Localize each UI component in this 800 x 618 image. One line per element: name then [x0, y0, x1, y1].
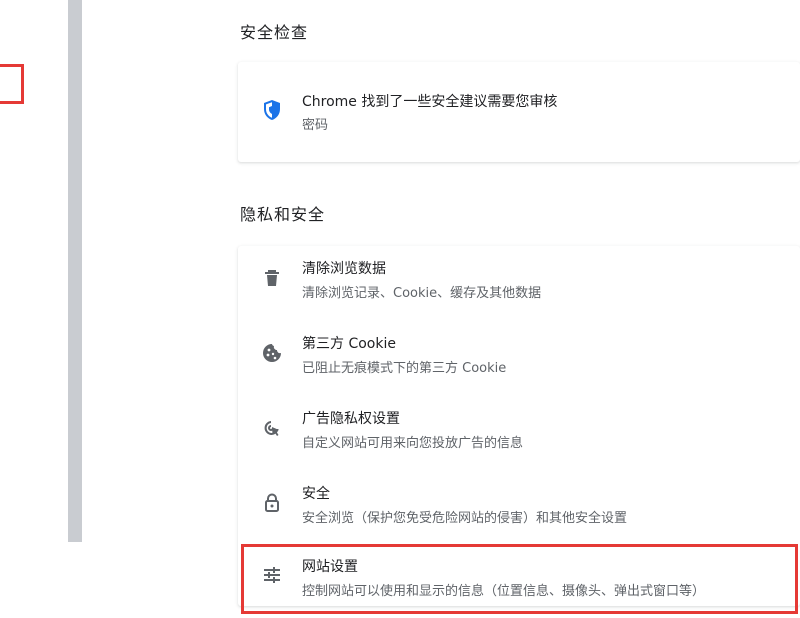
tune-icon	[260, 563, 284, 587]
safety-check-title: Chrome 找到了一些安全建议需要您审核	[302, 94, 558, 110]
sidebar-divider	[68, 0, 82, 542]
third-party-cookies-row[interactable]: 第三方 Cookie 已阻止无痕模式下的第三方 Cookie	[238, 321, 800, 396]
section-title-safety-check: 安全检查	[240, 23, 309, 42]
ad-privacy-subtitle: 自定义网站可用来向您投放广告的信息	[302, 436, 524, 451]
ad-privacy-title: 广告隐私权设置	[302, 411, 400, 427]
security-title: 安全	[302, 486, 330, 502]
settings-main: 安全检查 Chrome 找到了一些安全建议需要您审核 密码 隐私和安全 清除浏览…	[238, 0, 800, 614]
security-row[interactable]: 安全 安全浏览（保护您免受危险网站的侵害）和其他安全设置	[238, 471, 800, 546]
third-party-cookies-subtitle: 已阻止无痕模式下的第三方 Cookie	[302, 361, 507, 376]
cookie-icon	[260, 341, 284, 365]
lock-icon	[260, 491, 284, 515]
sidebar-highlight-box	[0, 64, 24, 104]
ad-privacy-icon	[260, 416, 284, 440]
section-title-privacy: 隐私和安全	[240, 205, 326, 224]
site-settings-subtitle: 控制网站可以使用和显示的信息（位置信息、摄像头、弹出式窗口等）	[302, 584, 706, 599]
safety-check-card: Chrome 找到了一些安全建议需要您审核 密码	[238, 62, 800, 162]
safety-check-row[interactable]: Chrome 找到了一些安全建议需要您审核 密码	[238, 62, 800, 162]
safety-check-subtitle: 密码	[302, 118, 329, 133]
clear-browsing-data-row[interactable]: 清除浏览数据 清除浏览记录、Cookie、缓存及其他数据	[238, 246, 800, 321]
trash-icon	[260, 266, 284, 290]
privacy-card: 清除浏览数据 清除浏览记录、Cookie、缓存及其他数据 第三方 Cookie …	[238, 246, 800, 614]
ad-privacy-row[interactable]: 广告隐私权设置 自定义网站可用来向您投放广告的信息	[238, 396, 800, 471]
shield-icon	[260, 98, 284, 122]
site-settings-row[interactable]: 网站设置 控制网站可以使用和显示的信息（位置信息、摄像头、弹出式窗口等）	[238, 543, 800, 618]
clear-browsing-data-subtitle: 清除浏览记录、Cookie、缓存及其他数据	[302, 286, 542, 301]
third-party-cookies-title: 第三方 Cookie	[302, 336, 396, 352]
clear-browsing-data-title: 清除浏览数据	[302, 261, 386, 277]
security-subtitle: 安全浏览（保护您免受危险网站的侵害）和其他安全设置	[302, 511, 628, 526]
site-settings-title: 网站设置	[302, 559, 358, 575]
